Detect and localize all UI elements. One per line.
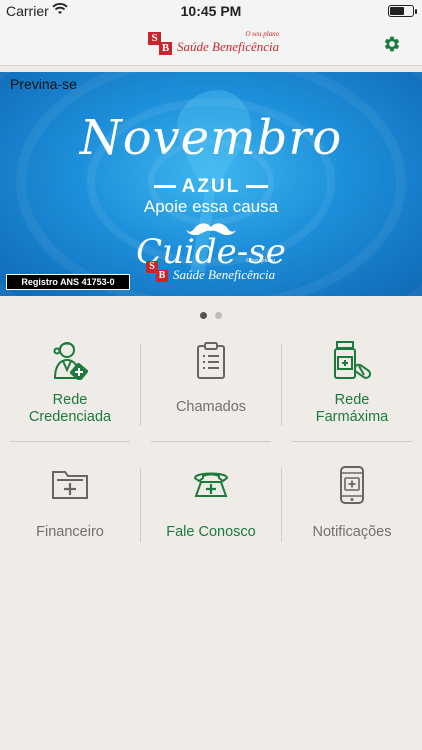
carousel-dot[interactable] xyxy=(215,312,222,319)
menu-rede-credenciada[interactable]: Rede Credenciada xyxy=(0,340,140,426)
banner-label: Previna-se xyxy=(10,76,77,92)
pharmacy-icon xyxy=(334,341,372,379)
status-time: 10:45 PM xyxy=(180,3,242,19)
banner-tagline: Apoie essa causa xyxy=(143,197,279,216)
menu-rede-farmaxima[interactable]: Rede Farmáxima xyxy=(282,340,422,426)
phone-icon xyxy=(193,472,229,497)
grid-divider xyxy=(10,441,130,442)
menu-financeiro[interactable]: Financeiro xyxy=(0,468,140,541)
menu-label: Chamados xyxy=(175,399,247,415)
grid-divider xyxy=(140,344,141,426)
battery-icon xyxy=(388,5,417,17)
banner-title: Novembro xyxy=(79,110,343,166)
gear-icon[interactable] xyxy=(382,34,402,54)
status-bar: Carrier 10:45 PM xyxy=(0,0,422,22)
banner-brand-logo: S B Saúde Beneficência O seu plano xyxy=(146,258,275,286)
banner-logo-mark: S B xyxy=(146,261,170,283)
nav-bar: S B Saúde Beneficência O seu plano xyxy=(0,22,422,66)
menu-notificacoes[interactable]: Notificações xyxy=(282,466,422,541)
grid-divider xyxy=(292,441,412,442)
brand-logo: S B Saúde Beneficência O seu plano xyxy=(148,30,279,58)
grid-divider xyxy=(281,468,282,542)
logo-mark: S B xyxy=(148,32,174,56)
mobile-notification-icon xyxy=(340,466,364,504)
menu-fale-conosco[interactable]: Fale Conosco xyxy=(141,468,281,541)
banner-logo-tagline: O seu plano xyxy=(246,258,276,264)
registro-ans-badge: Registro ANS 41753-0 xyxy=(6,274,130,290)
menu-label: Notificações xyxy=(312,524,392,540)
doctor-icon xyxy=(53,342,88,380)
banner-subtitle: AZUL xyxy=(0,176,422,198)
carousel-page-indicator[interactable] xyxy=(0,312,422,319)
menu-label: Rede Credenciada xyxy=(28,392,112,425)
logo-tagline: O seu plano xyxy=(245,30,280,38)
menu-chamados[interactable]: Chamados xyxy=(141,342,281,416)
logo-wordmark: Saúde Beneficência xyxy=(177,39,280,54)
grid-divider xyxy=(140,468,141,542)
carousel-dot[interactable] xyxy=(200,312,207,319)
grid-divider xyxy=(281,344,282,426)
folder-icon xyxy=(52,471,88,499)
menu-label: Financeiro xyxy=(36,524,104,540)
menu-label: Fale Conosco xyxy=(166,524,256,540)
banner-logo-wordmark: Saúde Beneficência xyxy=(173,267,276,282)
menu-label: Rede Farmáxima xyxy=(315,392,389,425)
clipboard-icon xyxy=(197,342,225,379)
grid-divider xyxy=(151,441,271,442)
